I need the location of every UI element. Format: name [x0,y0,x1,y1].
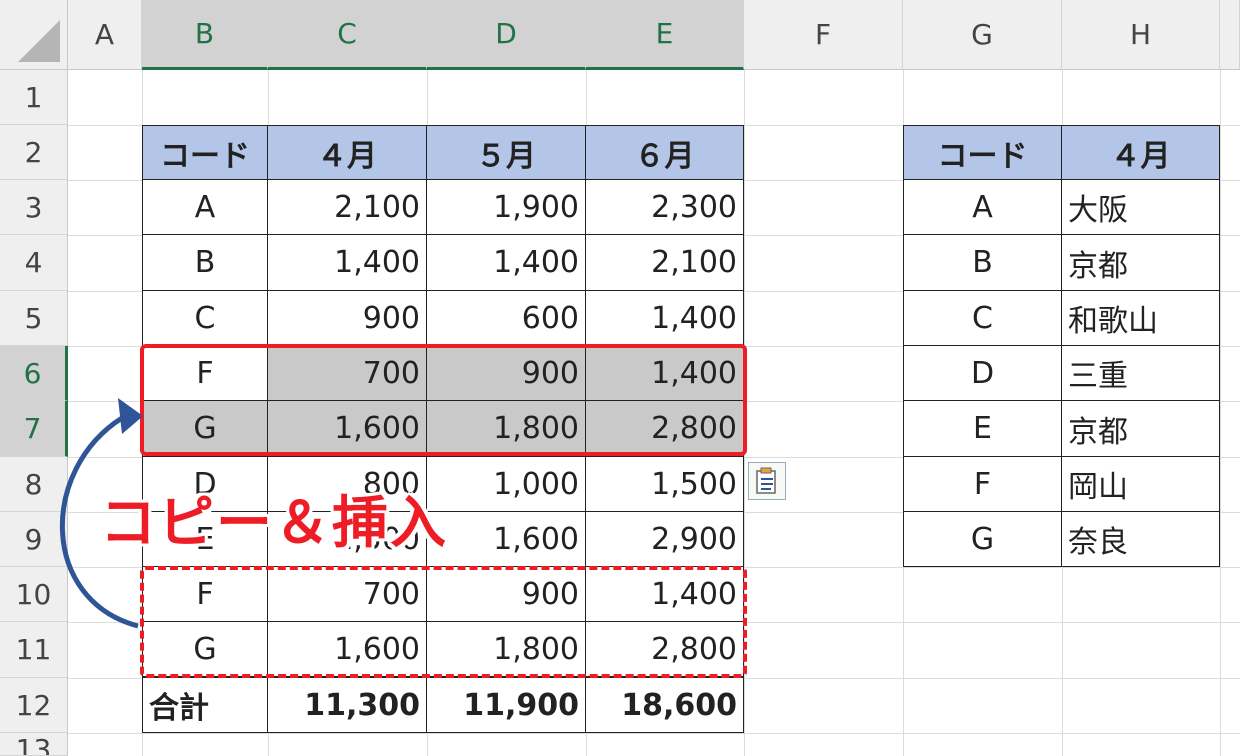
curved-arrow-icon [59,398,143,629]
spreadsheet[interactable]: A B C D E F G H 1 2 3 4 5 6 7 8 9 10 11 … [0,0,1240,756]
callout-copy-insert: コピー＆挿入 [100,491,448,556]
